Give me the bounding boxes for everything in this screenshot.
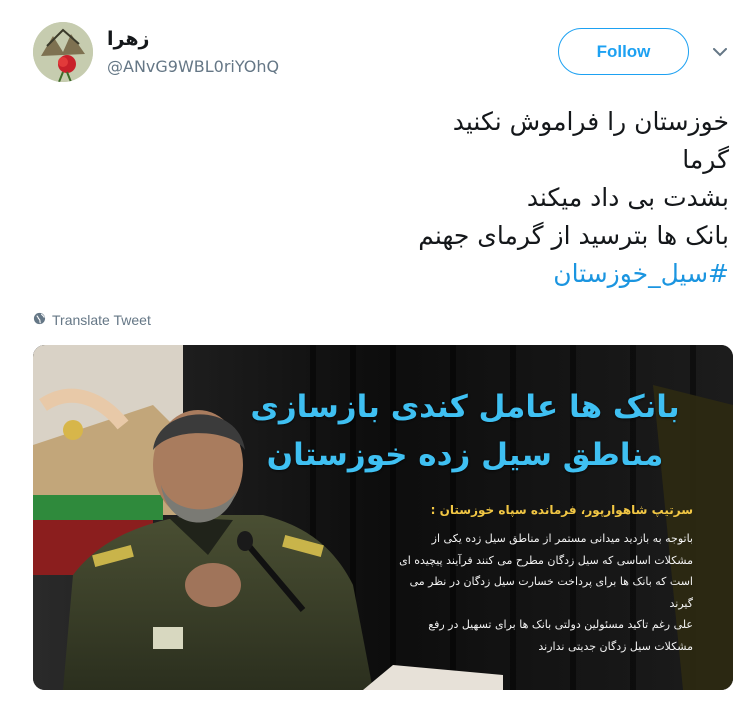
- media-caption-body: باتوجه به بازدید میدانی مستمر از مناطق س…: [338, 528, 693, 657]
- tweet-text: خوزستان را فراموش نکنید گرما بشدت بی داد…: [29, 103, 729, 293]
- avatar-image: [33, 22, 93, 82]
- caption-line: مشکلات اساسی که سیل زدگان مطرح می کنند ف…: [399, 553, 693, 567]
- caption-line: علی رغم تاکید مسئولین دولتی بانک ها برای…: [428, 618, 693, 631]
- caption-line: است که بانک ها برای پرداخت خسارت سیل زدگ…: [409, 575, 693, 588]
- caption-line: باتوجه به بازدید میدانی مستمر از مناطق س…: [431, 532, 693, 545]
- media-caption-title: سرتیپ شاهوارپور، فرمانده سپاه خوزستان :: [430, 503, 693, 517]
- follow-button[interactable]: Follow: [558, 28, 689, 75]
- chevron-down-icon[interactable]: [711, 43, 729, 61]
- tweet-line: بانک ها بترسید از گرمای جهنم: [418, 221, 729, 250]
- tweet-line: خوزستان را فراموش نکنید: [452, 107, 729, 136]
- media-headline: بانک ها عامل کندی بازسازی مناطق سیل زده …: [245, 383, 685, 479]
- avatar[interactable]: [33, 22, 93, 82]
- user-handle[interactable]: @ANvG9WBL0riYOhQ: [107, 57, 279, 76]
- display-name[interactable]: زهرا: [107, 28, 149, 50]
- headline-line: بانک ها عامل کندی بازسازی: [250, 389, 680, 425]
- translate-label: Translate Tweet: [52, 312, 151, 328]
- hashtag-link[interactable]: #سیل_خوزستان: [29, 255, 729, 293]
- translate-tweet-link[interactable]: Translate Tweet: [33, 312, 151, 328]
- tweet-line: گرما: [682, 145, 729, 174]
- caption-line: مشکلات سیل زدگان جدیتی ندارند: [538, 639, 693, 653]
- tweet-line: بشدت بی داد میکند: [526, 183, 729, 212]
- tweet-media-image[interactable]: بانک ها عامل کندی بازسازی مناطق سیل زده …: [33, 345, 733, 690]
- globe-icon: [33, 312, 46, 328]
- caption-line: گیرند: [669, 596, 693, 610]
- headline-line: مناطق سیل زده خوزستان: [266, 437, 664, 473]
